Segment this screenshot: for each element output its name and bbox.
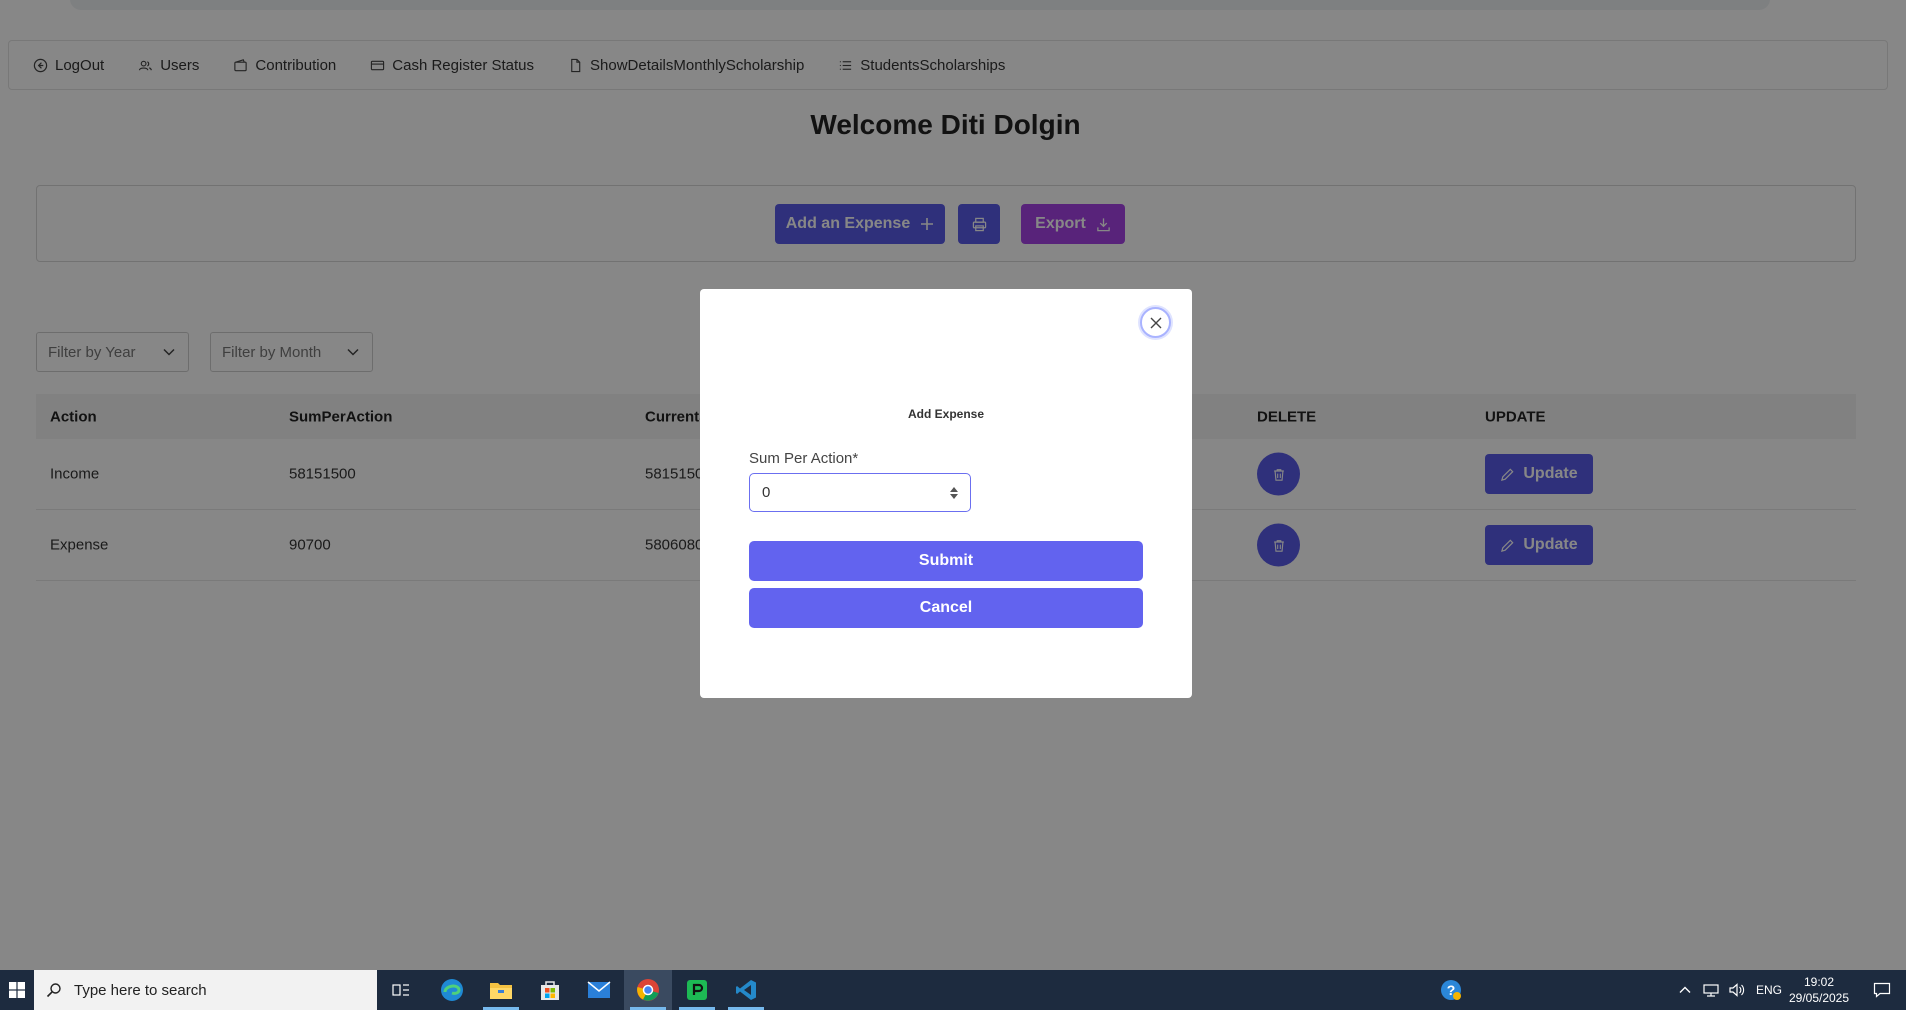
store-icon	[541, 981, 559, 1000]
help-icon: ?	[1441, 980, 1461, 1000]
vscode-icon	[736, 980, 756, 1000]
clock[interactable]: 19:02 29/05/2025	[1784, 974, 1854, 1006]
add-expense-modal: Add Expense Sum Per Action* 0 Submit Can…	[700, 289, 1192, 698]
sum-per-action-value: 0	[762, 484, 771, 501]
taskbar-search-placeholder: Type here to search	[74, 981, 207, 999]
notification-icon	[1873, 982, 1891, 998]
close-icon	[1150, 317, 1161, 328]
task-view-icon	[392, 984, 409, 996]
chrome-icon	[637, 979, 659, 1001]
chat-app-icon	[687, 980, 707, 1000]
taskbar-search[interactable]: Type here to search	[34, 970, 377, 1010]
notifications-button[interactable]	[1858, 970, 1906, 1010]
chevron-up-icon[interactable]	[1678, 983, 1692, 997]
taskbar-file-explorer[interactable]	[477, 970, 525, 1010]
edge-icon	[441, 979, 463, 1001]
search-icon	[46, 983, 61, 998]
windows-icon	[9, 982, 25, 998]
sum-per-action-input[interactable]: 0	[749, 473, 971, 512]
clock-time: 19:02	[1803, 975, 1835, 989]
taskbar-help[interactable]: ?	[1427, 970, 1475, 1010]
taskbar-vscode[interactable]	[722, 970, 770, 1010]
folder-icon	[490, 983, 512, 999]
close-button[interactable]	[1140, 307, 1171, 338]
network-icon[interactable]	[1702, 982, 1720, 998]
taskbar-chrome[interactable]	[624, 970, 672, 1010]
spinner-up-icon[interactable]	[950, 486, 958, 492]
modal-title: Add Expense	[907, 407, 985, 421]
start-button[interactable]	[0, 970, 34, 1010]
taskbar-edge[interactable]	[428, 970, 476, 1010]
number-spinner[interactable]	[950, 486, 958, 499]
task-view-button[interactable]	[377, 970, 425, 1010]
taskbar-app-green[interactable]	[673, 970, 721, 1010]
clock-date: 29/05/2025	[1788, 991, 1850, 1005]
cancel-button[interactable]: Cancel	[749, 588, 1143, 628]
volume-icon[interactable]	[1728, 982, 1746, 998]
language-indicator[interactable]: ENG	[1756, 983, 1782, 997]
taskbar-mail[interactable]	[575, 970, 623, 1010]
sum-per-action-label: Sum Per Action*	[749, 450, 859, 467]
system-tray: ENG	[1678, 970, 1782, 1010]
submit-button[interactable]: Submit	[749, 541, 1143, 581]
taskbar: Type here to search ? ENG 19:02 29/05/20…	[0, 970, 1906, 1010]
mail-icon	[587, 981, 611, 998]
taskbar-store[interactable]	[526, 970, 574, 1010]
spinner-down-icon[interactable]	[950, 493, 958, 499]
